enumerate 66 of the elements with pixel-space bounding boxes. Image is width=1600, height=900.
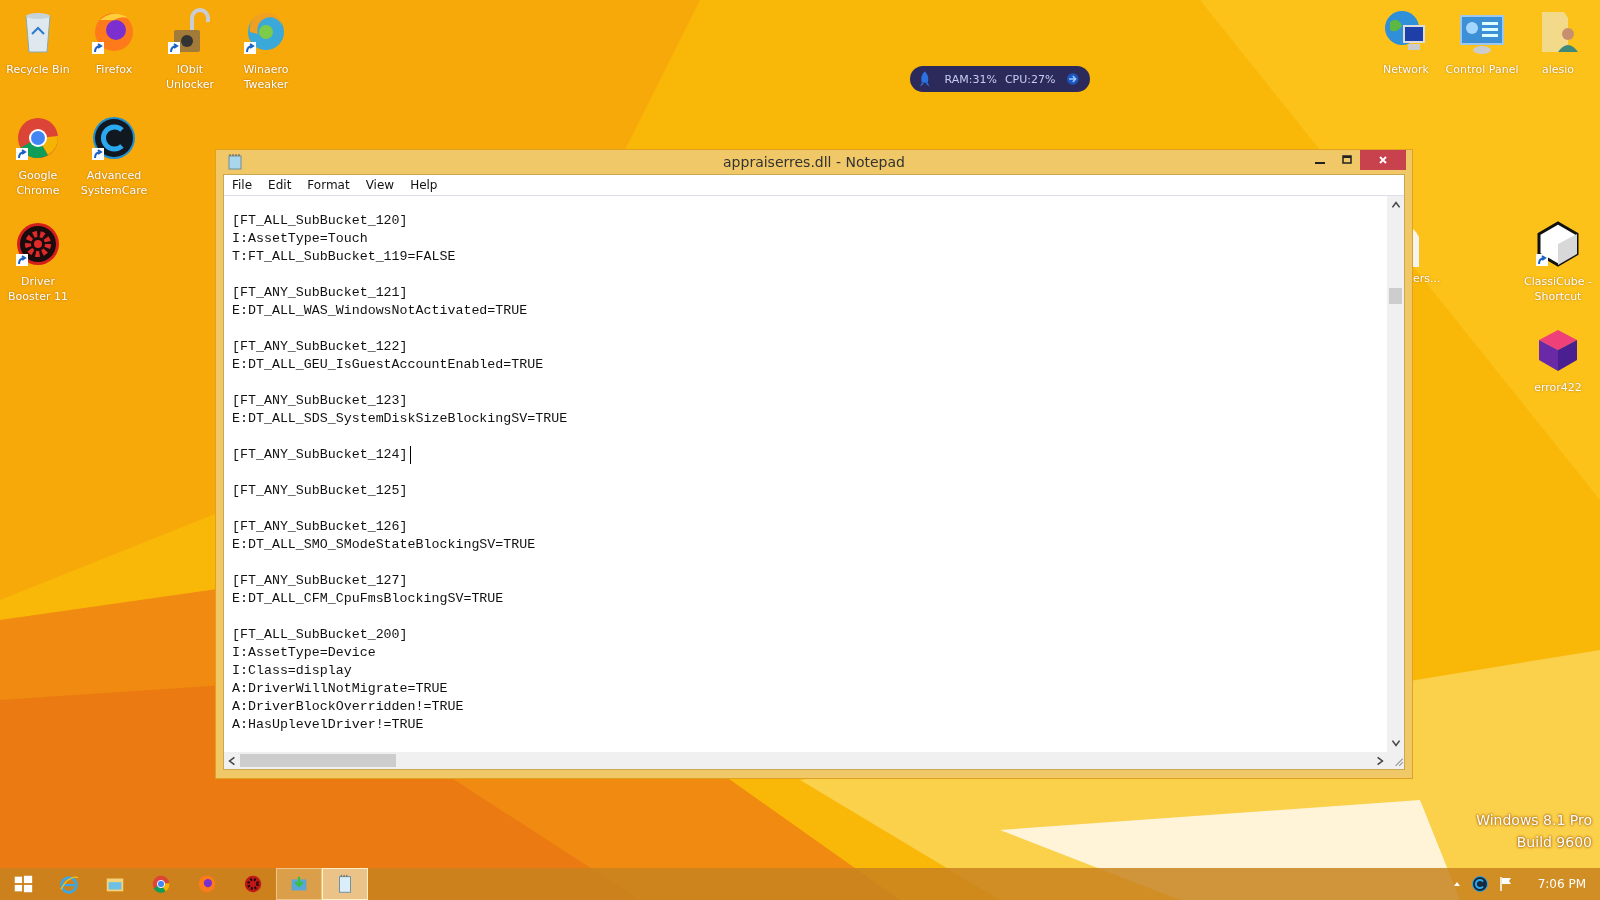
desktop-icon-label[interactable]: Winaero Tweaker bbox=[229, 62, 303, 92]
text-line: [FT_ANY_SubBucket_121] bbox=[232, 284, 408, 302]
rocket-icon[interactable] bbox=[919, 71, 931, 87]
cube-icon[interactable] bbox=[1534, 220, 1582, 268]
c-circle-icon[interactable] bbox=[90, 114, 138, 162]
text-line: [FT_ANY_SubBucket_125] bbox=[232, 482, 408, 500]
desktop-icon-label[interactable]: ClassiCube - Shortcut bbox=[1521, 274, 1595, 304]
text-line: I:Class=display bbox=[232, 662, 352, 680]
desktop-icon-label[interactable]: Driver Booster 11 bbox=[1, 274, 75, 304]
text-line: [FT_ANY_SubBucket_127] bbox=[232, 572, 408, 590]
text-line: [FT_ANY_SubBucket_122] bbox=[232, 338, 408, 356]
notepad-icon bbox=[228, 154, 242, 170]
text-line: A:DriverBlockOverridden!=TRUE bbox=[232, 698, 464, 716]
menu-item[interactable]: Edit bbox=[260, 178, 300, 192]
taskbar-button[interactable] bbox=[322, 868, 368, 900]
text-line: A:DriverWillNotMigrate=TRUE bbox=[232, 680, 448, 698]
browser-e-icon bbox=[58, 873, 80, 895]
flag-icon[interactable] bbox=[1497, 876, 1514, 892]
desktop-icon-label[interactable]: Advanced SystemCare bbox=[77, 168, 151, 198]
menu-item[interactable]: File bbox=[224, 178, 261, 192]
desktop-icon-label[interactable]: Control Panel bbox=[1445, 62, 1519, 77]
scrollbar-thumb[interactable] bbox=[240, 754, 396, 767]
cpu-usage: CPU:27% bbox=[1004, 72, 1056, 86]
text-line: [FT_ALL_SubBucket_200] bbox=[232, 626, 408, 644]
text-line: [FT_ANY_SubBucket_124] bbox=[232, 446, 411, 464]
close-button[interactable] bbox=[1360, 150, 1406, 170]
desktop-icon-label[interactable]: ers... bbox=[1413, 271, 1441, 286]
window-title: appraiserres.dll - Notepad bbox=[723, 154, 905, 170]
horizontal-scrollbar[interactable] bbox=[224, 752, 1404, 769]
text-line: I:AssetType=Touch bbox=[232, 230, 368, 248]
menu-item[interactable]: View bbox=[357, 178, 403, 192]
desktop-icon-label[interactable]: Recycle Bin bbox=[6, 62, 70, 77]
gear-icon[interactable] bbox=[14, 220, 62, 268]
chrome-icon bbox=[150, 873, 172, 895]
text-line: E:DT_ALL_SDS_SystemDiskSizeBlockingSV=TRUE bbox=[232, 410, 568, 428]
os-version-text: Build 9600 bbox=[1516, 834, 1592, 850]
text-line: E:DT_ALL_SMO_SModeStateBlockingSV=TRUE bbox=[232, 536, 536, 554]
gear-icon bbox=[242, 873, 264, 895]
clock[interactable]: 7:06 PM bbox=[1537, 877, 1586, 891]
menu-item[interactable]: Format bbox=[299, 178, 358, 192]
text-line: E:DT_ALL_CFM_CpuFmsBlockingSV=TRUE bbox=[232, 590, 504, 608]
text-line: T:FT_ALL_SubBucket_119=FALSE bbox=[232, 248, 456, 266]
desktop-icon-label[interactable]: Google Chrome bbox=[1, 168, 75, 198]
text-line: [FT_ANY_SubBucket_126] bbox=[232, 518, 408, 536]
desktop-icon-label[interactable]: Network bbox=[1383, 62, 1429, 77]
scrollbar-thumb[interactable] bbox=[1389, 288, 1402, 304]
text-line: [FT_ALL_SubBucket_120] bbox=[232, 212, 408, 230]
text-line: I:AssetType=Device bbox=[232, 644, 376, 662]
desktop-icon-label[interactable]: alesio bbox=[1541, 62, 1575, 77]
maximize-icon bbox=[1341, 155, 1352, 165]
desktop-icon-label[interactable]: error422 bbox=[1534, 380, 1582, 395]
desktop-icon-label[interactable]: IObit Unlocker bbox=[153, 62, 227, 92]
minimize-icon bbox=[1314, 161, 1325, 165]
windows-start-icon bbox=[12, 873, 34, 895]
menu-item[interactable]: Help bbox=[402, 178, 446, 192]
vertical-scrollbar[interactable] bbox=[1387, 196, 1404, 752]
arrow-right-icon[interactable] bbox=[1067, 71, 1079, 87]
text-line: [FT_ANY_SubBucket_123] bbox=[232, 392, 408, 410]
fox-globe-icon bbox=[196, 873, 218, 895]
os-version-text: Windows 8.1 Pro bbox=[1476, 812, 1592, 828]
text-line: E:DT_ALL_WAS_WindowsNotActivated=TRUE bbox=[232, 302, 528, 320]
ram-usage: RAM:31% bbox=[944, 72, 997, 86]
close-icon bbox=[1378, 155, 1388, 165]
text-line: A:HasUplevelDriver!=TRUE bbox=[232, 716, 424, 734]
desktop-icon-label[interactable]: Firefox bbox=[95, 62, 133, 77]
text-line: E:DT_ALL_GEU_IsGuestAccountEnabled=TRUE bbox=[232, 356, 544, 374]
